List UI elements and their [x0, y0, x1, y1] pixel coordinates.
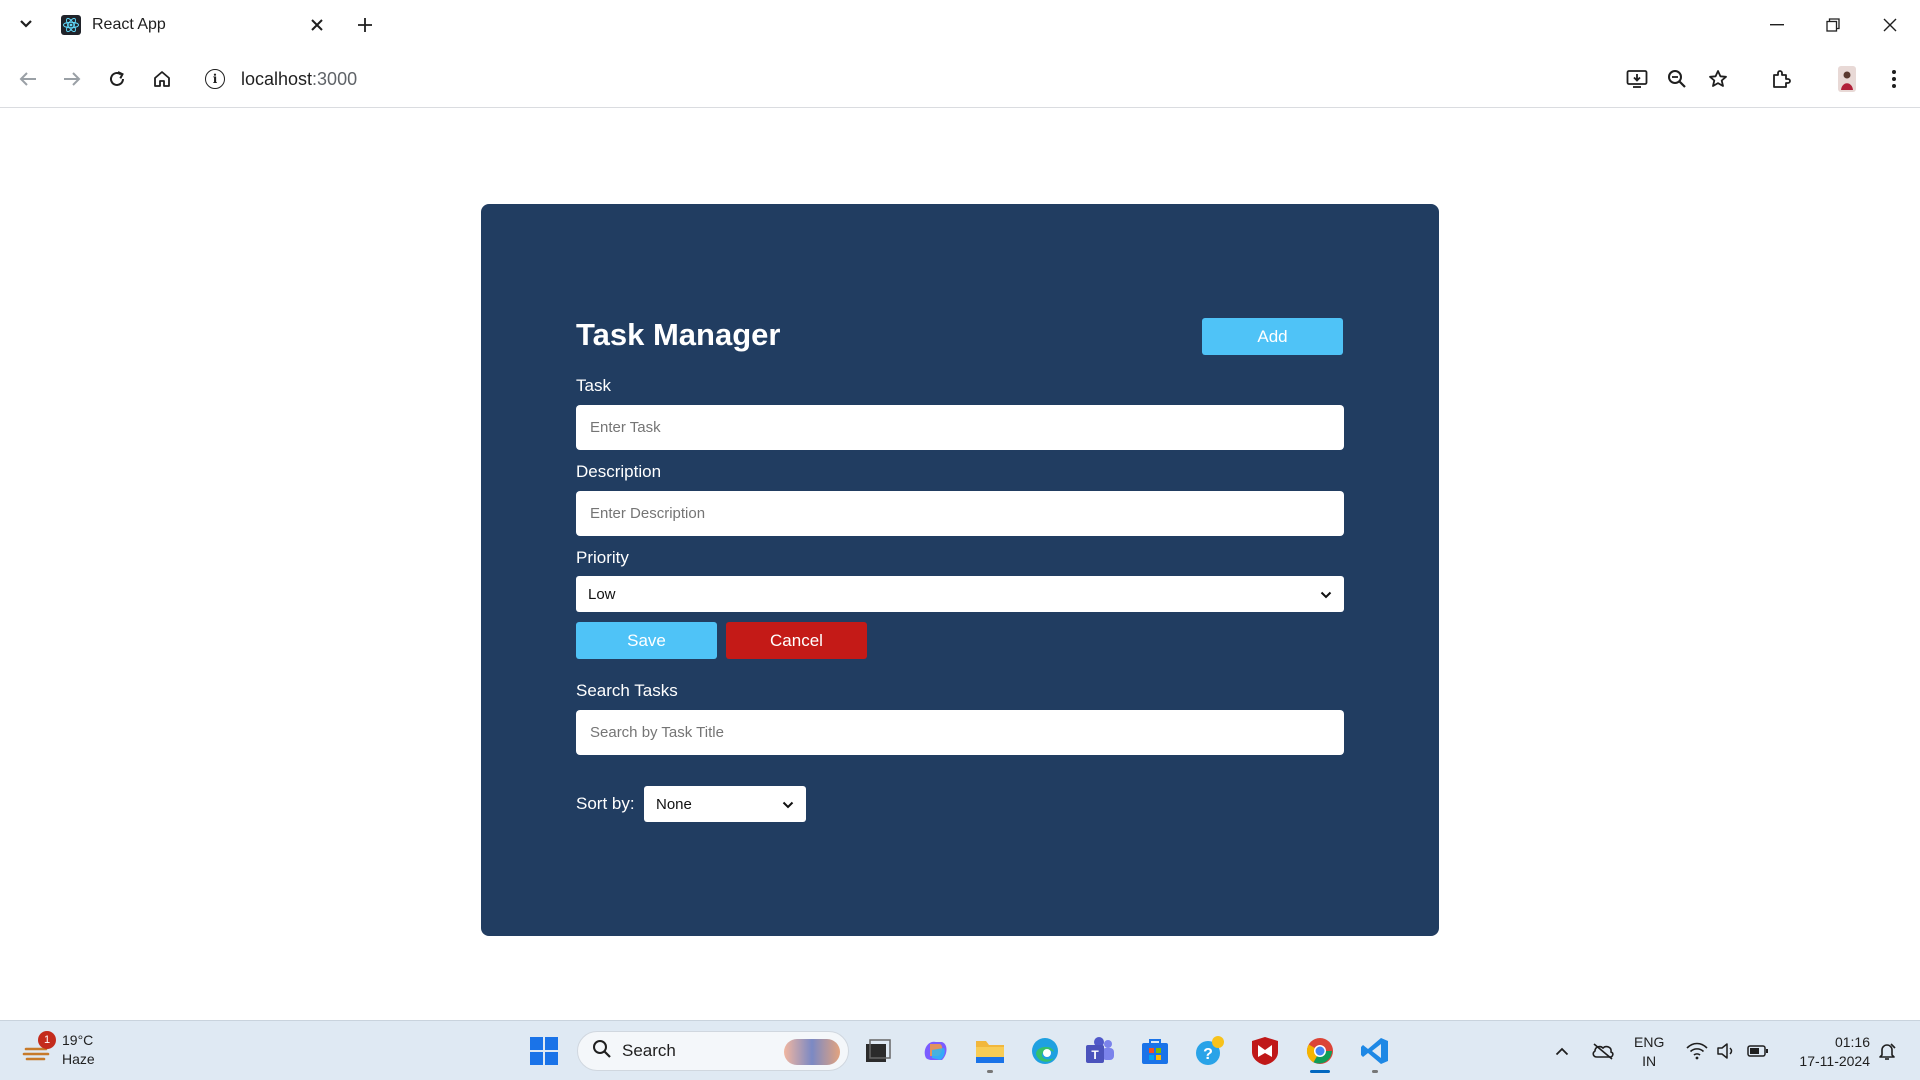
weather-temp: 19°C: [62, 1032, 94, 1048]
weather-badge: 1: [38, 1031, 56, 1049]
windows-taskbar: 1 19°C Haze Search T ? ENG IN 01:16 17-1…: [0, 1020, 1920, 1080]
forward-arrow-icon[interactable]: [57, 64, 87, 94]
vscode-icon[interactable]: [1355, 1031, 1395, 1073]
react-favicon-icon: [60, 14, 82, 36]
weather-widget[interactable]: 1 19°C Haze: [22, 1031, 95, 1069]
taskbar-search-label: Search: [622, 1041, 676, 1060]
file-explorer-icon[interactable]: [970, 1031, 1010, 1073]
taskbar-search-box[interactable]: Search: [577, 1031, 849, 1071]
task-manager-card: Task Manager Add Task Description Priori…: [481, 204, 1439, 936]
search-icon: [592, 1039, 612, 1064]
minimize-icon[interactable]: [1762, 10, 1792, 40]
browser-menu-icon[interactable]: [1879, 64, 1909, 94]
wifi-icon[interactable]: [1684, 1031, 1710, 1071]
install-app-icon[interactable]: [1622, 64, 1652, 94]
language-indicator[interactable]: ENG IN: [1634, 1033, 1664, 1071]
svg-text:?: ?: [1203, 1046, 1213, 1063]
back-arrow-icon[interactable]: [13, 64, 43, 94]
notification-bell-icon[interactable]: [1874, 1031, 1900, 1071]
task-input[interactable]: [576, 405, 1344, 450]
page-title: Task Manager: [576, 317, 781, 352]
sort-selected-value: None: [656, 795, 692, 813]
url-host: localhost: [241, 68, 313, 89]
browser-tab[interactable]: React App: [48, 8, 336, 42]
task-view-icon[interactable]: [858, 1031, 898, 1071]
home-icon[interactable]: [147, 64, 177, 94]
svg-text:T: T: [1091, 1048, 1099, 1062]
close-window-icon[interactable]: [1875, 10, 1905, 40]
system-clock[interactable]: 01:16 17-11-2024: [1799, 1033, 1870, 1071]
haze-icon: 1: [22, 1031, 56, 1065]
address-bar[interactable]: i localhost:3000: [205, 64, 357, 94]
new-tab-plus-icon[interactable]: [352, 12, 378, 38]
mcafee-icon[interactable]: [1245, 1031, 1285, 1071]
tab-search-chevron-icon[interactable]: [16, 12, 36, 36]
language-code: ENG: [1634, 1034, 1665, 1050]
clock-date: 17-11-2024: [1799, 1053, 1870, 1069]
browser-toolbar: i localhost:3000: [0, 50, 1920, 108]
sort-label: Sort by:: [576, 794, 635, 813]
extensions-puzzle-icon[interactable]: [1766, 64, 1796, 94]
cancel-button[interactable]: Cancel: [726, 622, 867, 659]
zoom-icon[interactable]: [1662, 64, 1692, 94]
profile-avatar-icon[interactable]: [1832, 64, 1862, 94]
copilot-icon[interactable]: [915, 1031, 955, 1071]
battery-icon[interactable]: [1745, 1031, 1771, 1071]
volume-icon[interactable]: [1714, 1031, 1740, 1071]
search-input[interactable]: [576, 710, 1344, 755]
chrome-icon[interactable]: [1300, 1031, 1340, 1073]
url-port: :3000: [312, 68, 358, 89]
description-input[interactable]: [576, 491, 1344, 536]
show-hidden-icons-chevron-icon[interactable]: [1552, 1031, 1572, 1071]
bookmark-star-icon[interactable]: [1703, 64, 1733, 94]
get-help-icon[interactable]: ?: [1190, 1031, 1230, 1071]
priority-select[interactable]: Low: [576, 576, 1344, 612]
windows-start-icon[interactable]: [524, 1031, 564, 1071]
task-label: Task: [576, 376, 611, 395]
site-info-icon[interactable]: i: [205, 69, 225, 89]
teams-icon[interactable]: T: [1080, 1031, 1120, 1071]
reload-icon[interactable]: [102, 64, 132, 94]
add-button[interactable]: Add: [1202, 318, 1343, 355]
sort-select[interactable]: None: [644, 786, 806, 822]
chevron-down-icon: [1320, 586, 1332, 603]
chevron-down-icon: [782, 796, 794, 813]
onedrive-offline-icon[interactable]: [1590, 1031, 1616, 1071]
microsoft-store-icon[interactable]: [1135, 1031, 1175, 1071]
weather-desc: Haze: [62, 1051, 95, 1067]
clock-time: 01:16: [1834, 1034, 1870, 1050]
priority-label: Priority: [576, 548, 629, 567]
search-tasks-label: Search Tasks: [576, 681, 678, 700]
browser-tab-bar: React App: [0, 0, 1920, 50]
save-button[interactable]: Save: [576, 622, 717, 659]
tab-title: React App: [92, 16, 166, 33]
priority-selected-value: Low: [588, 585, 616, 603]
search-highlight-image: [784, 1039, 840, 1065]
restore-icon[interactable]: [1818, 10, 1848, 40]
region-code: IN: [1642, 1053, 1657, 1069]
edge-browser-icon[interactable]: [1025, 1031, 1065, 1071]
description-label: Description: [576, 462, 662, 481]
tab-close-icon[interactable]: [306, 14, 328, 36]
